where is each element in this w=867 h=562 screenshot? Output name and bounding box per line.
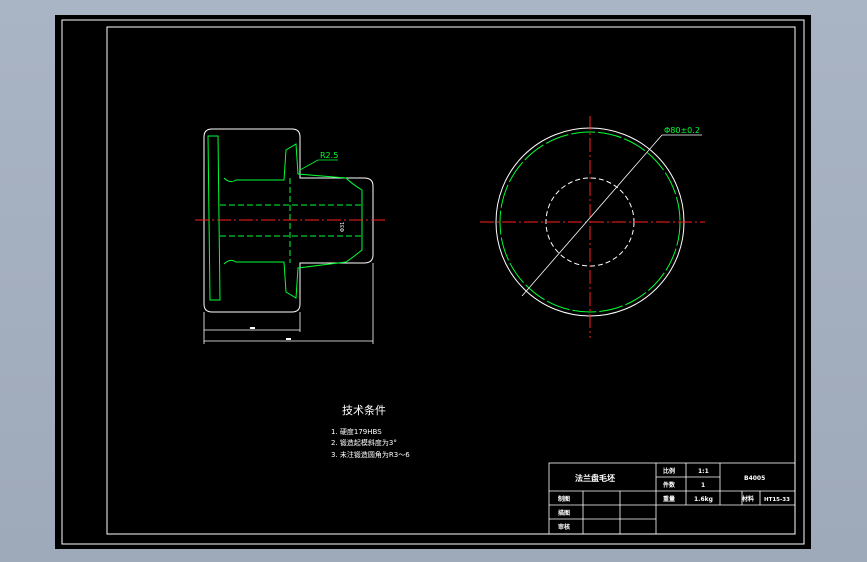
cad-viewport: R2.5 Φ31 Φ80±0.2 技术条件 1. 硬度179HBS 2. 锻造起… — [0, 0, 867, 562]
diameter-label: Φ80±0.2 — [664, 126, 700, 135]
bore-dia-label: Φ31 — [340, 222, 346, 232]
material-label: 材料 — [741, 495, 754, 503]
material-code: B4005 — [744, 475, 765, 482]
tech-item-1: 1. 硬度179HBS — [331, 427, 382, 436]
check-label: 审核 — [558, 523, 570, 531]
design-label: 描图 — [558, 509, 570, 517]
engineering-drawing: R2.5 Φ31 Φ80±0.2 技术条件 1. 硬度179HBS 2. 锻造起… — [55, 15, 811, 549]
fillet-radius-label: R2.5 — [320, 151, 338, 160]
dim-flange-text — [250, 327, 255, 329]
material-value: HT15-33 — [764, 497, 790, 503]
scale-value: 1:1 — [698, 468, 709, 475]
drawn-label: 制图 — [558, 495, 570, 503]
weight-label: 重量 — [663, 495, 675, 503]
tech-title: 技术条件 — [342, 403, 386, 417]
qty-label: 件数 — [663, 481, 676, 489]
dim-total-text — [286, 338, 291, 340]
part-name: 法兰盘毛坯 — [575, 473, 615, 483]
tech-item-2: 2. 锻造起模斜度为3° — [331, 438, 397, 447]
weight-value: 1.6kg — [694, 496, 713, 503]
scale-label: 比例 — [663, 467, 675, 475]
tech-item-3: 3. 未注锻造圆角为R3～6 — [331, 450, 410, 459]
qty-value: 1 — [701, 482, 705, 489]
